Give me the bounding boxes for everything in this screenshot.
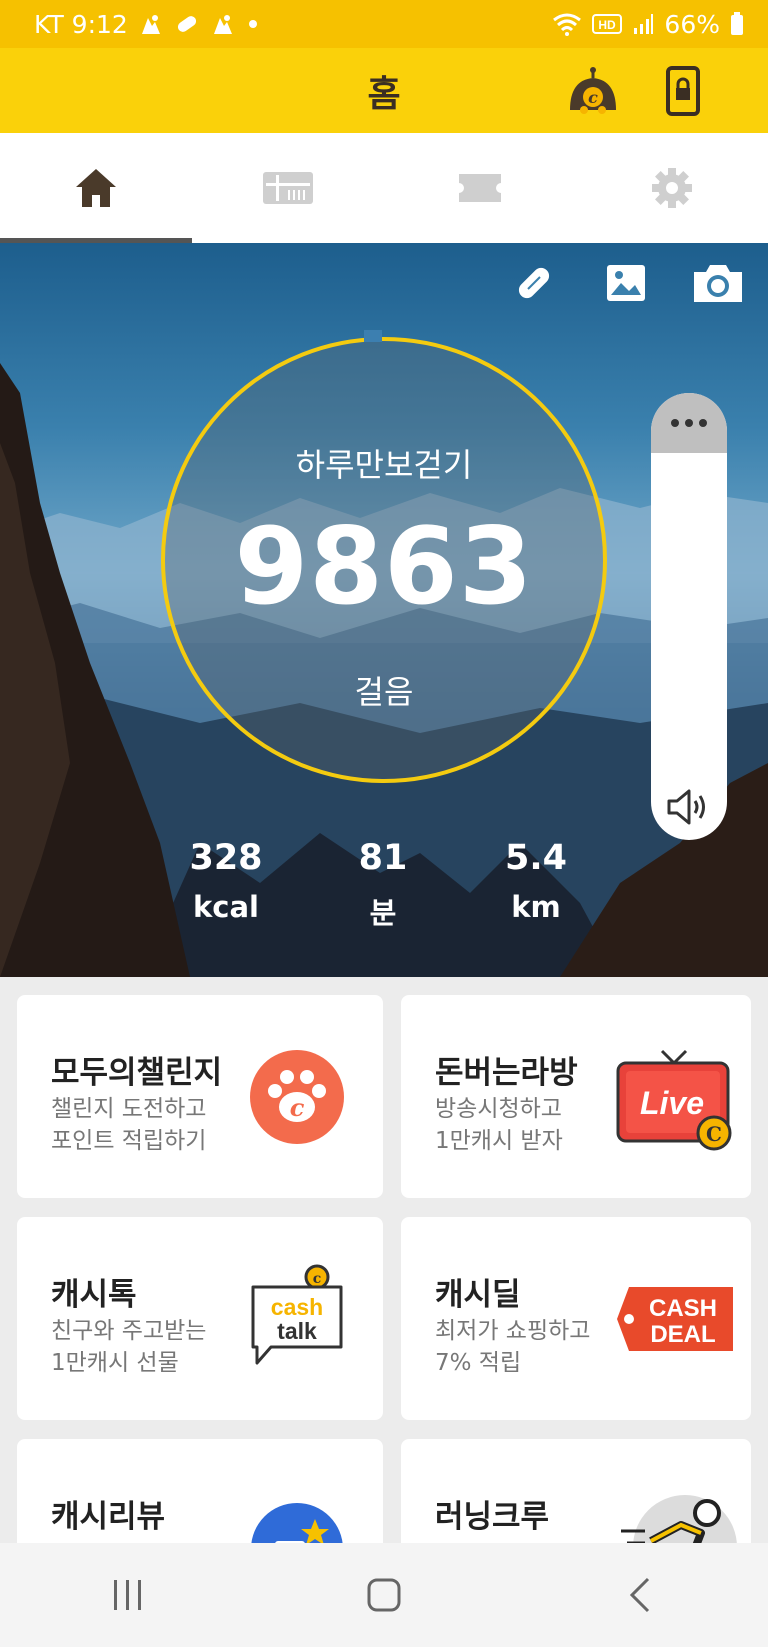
card-title: 캐시딜 [435,1277,521,1313]
cashwalk-character-button[interactable]: c [564,62,622,120]
home-square-icon [367,1578,401,1612]
side-control-panel [651,393,727,840]
stat-minutes: 81 분 [308,838,458,932]
gallery-button[interactable] [600,257,652,309]
live-tv-icon: Live C [611,1041,739,1153]
pill-notification-icon [174,12,200,36]
hd-icon: HD [592,13,623,35]
card-title: 러닝크루 [435,1499,550,1535]
signal-icon [632,13,654,35]
card-subtitle: 친구와 주고받는 1만캐시 선물 [51,1318,207,1376]
pill-button[interactable] [508,257,560,309]
carrier-time: KT 9:12 [34,9,128,39]
svg-text:Live: Live [640,1085,704,1121]
svg-text:CASH: CASH [649,1295,717,1322]
recent-apps-icon [114,1580,141,1610]
camera-button[interactable] [692,257,744,309]
page-title: 홈 [367,73,401,115]
svg-text:c: c [290,1093,305,1122]
coin-character-icon: c [570,67,616,114]
back-chevron-icon [629,1577,650,1613]
hero-actions [508,257,744,309]
card-cashtalk[interactable]: 캐시톡 친구와 주고받는 1만캐시 선물 c cash talk [17,1217,383,1420]
svg-text:c: c [588,88,598,107]
gift-card-icon [263,172,313,204]
image-icon [607,265,645,301]
tab-ticket[interactable] [384,133,576,243]
camera-icon [694,265,742,302]
stat-value: 81 [358,838,408,878]
battery-icon [730,12,744,36]
tab-settings[interactable] [576,133,768,243]
cashdeal-tag-icon: CASH DEAL [613,1263,737,1375]
stat-value: 5.4 [504,838,567,878]
card-challenge[interactable]: 모두의챌린지 챌린지 도전하고 포인트 적립하기 c [17,995,383,1198]
stat-unit: km [511,890,561,924]
notification-icon [138,12,164,36]
card-cashdeal[interactable]: 캐시딜 최저가 쇼핑하고 7% 적립 CASH DEAL [401,1217,751,1420]
battery-text: 66% [664,9,720,39]
pill-icon [518,267,550,299]
home-icon [76,169,116,207]
gear-icon [652,168,692,208]
card-subtitle: 최저가 쇼핑하고 7% 적립 [435,1318,591,1376]
card-title: 돈버는라방 [435,1055,578,1091]
status-bar: KT 9:12 HD 66% [0,0,768,48]
card-subtitle: 방송시청하고 1만캐시 받자 [435,1096,563,1154]
notification-icon-2 [210,12,236,36]
stat-value: 328 [189,838,263,878]
challenge-paw-icon: c [237,1041,357,1153]
speaker-icon [667,789,705,825]
more-dots-icon [671,419,707,427]
card-subtitle: 챌린지 도전하고 포인트 적립하기 [51,1096,207,1154]
svg-text:C: C [706,1122,722,1146]
stat-unit: kcal [193,890,259,924]
main-tabs [0,133,768,243]
sound-button[interactable] [651,786,727,828]
svg-text:talk: talk [277,1318,317,1344]
stat-unit: 분 [369,896,397,930]
card-live[interactable]: 돈버는라방 방송시청하고 1만캐시 받자 Live C [401,995,751,1198]
home-nav-button[interactable] [344,1565,424,1625]
ticket-icon [459,174,501,202]
svg-text:HD: HD [599,18,617,32]
ring-start-gap [364,330,382,342]
card-title: 캐시리뷰 [51,1499,166,1535]
tab-gift-card[interactable] [192,133,384,243]
cashtalk-icon: c cash talk [237,1263,357,1375]
phone-lock-icon [666,66,700,116]
stat-distance: 5.4 km [461,838,611,924]
tab-home[interactable] [0,133,192,243]
app-header: 홈 c [0,48,768,133]
svg-text:cash: cash [271,1294,323,1320]
dot-icon [246,17,260,31]
card-title: 모두의챌린지 [51,1055,223,1091]
system-navigation-bar [0,1543,768,1647]
svg-text:DEAL: DEAL [650,1321,715,1348]
back-button[interactable] [600,1565,680,1625]
recent-apps-button[interactable] [88,1565,168,1625]
wifi-icon [552,12,582,36]
card-title: 캐시톡 [51,1277,137,1313]
lock-screen-button[interactable] [654,62,712,120]
svg-text:c: c [313,1271,322,1287]
stat-calories: 328 kcal [151,838,301,924]
